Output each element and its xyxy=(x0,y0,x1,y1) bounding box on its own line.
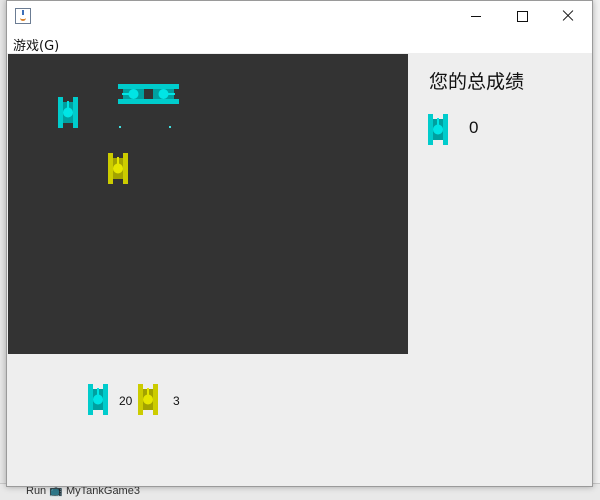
enemy-remaining-count: 20 xyxy=(119,394,133,408)
enemy-tank xyxy=(58,97,78,128)
tank-game-window: 游戏(G) 您的总成绩 0 20 3 xyxy=(6,0,593,487)
maximize-button[interactable] xyxy=(499,1,545,31)
enemy-bullet xyxy=(169,126,171,128)
background-editor-right xyxy=(592,0,600,500)
minimize-button[interactable] xyxy=(453,1,499,31)
enemy-tank xyxy=(148,84,179,104)
menu-game[interactable]: 游戏(G) xyxy=(13,35,59,54)
menu-bar: 游戏(G) xyxy=(7,31,592,54)
player-lives-count: 3 xyxy=(173,394,180,408)
enemy-count-tank-icon xyxy=(88,384,108,415)
game-arena[interactable] xyxy=(8,54,408,354)
score-tank-icon xyxy=(428,114,448,145)
score-value: 0 xyxy=(469,118,479,137)
java-app-icon[interactable] xyxy=(15,8,31,24)
title-bar[interactable] xyxy=(7,1,592,31)
enemy-bullet xyxy=(119,126,121,128)
close-button[interactable] xyxy=(545,1,591,31)
player-tank xyxy=(108,153,128,184)
enemy-tank xyxy=(118,84,149,104)
player-lives-tank-icon xyxy=(138,384,158,415)
score-title: 您的总成绩 xyxy=(429,71,525,93)
